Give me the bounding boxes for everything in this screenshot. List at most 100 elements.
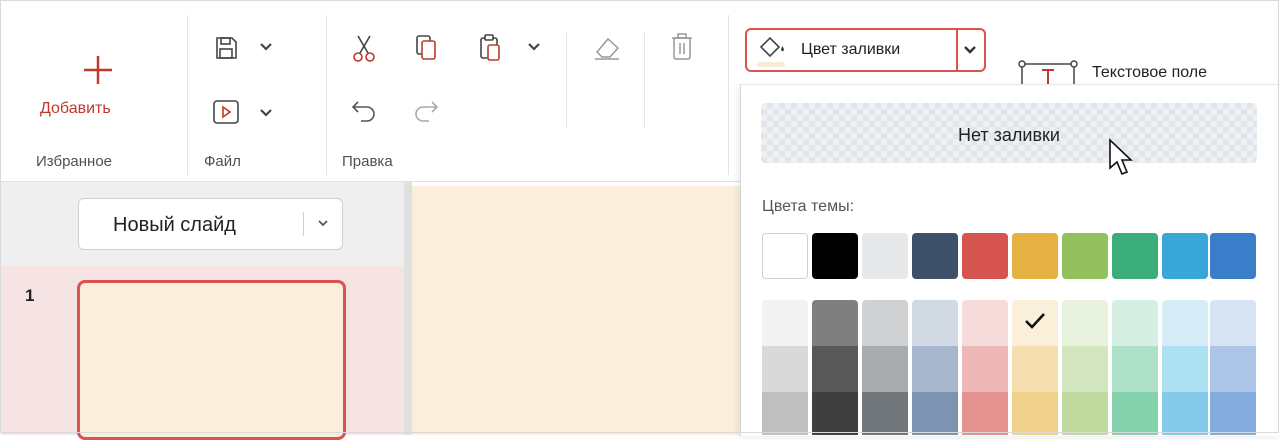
shade-swatch[interactable] xyxy=(762,346,808,392)
shade-swatch[interactable] xyxy=(962,346,1008,392)
shade-column xyxy=(762,300,808,435)
chevron-down-icon[interactable] xyxy=(317,219,329,228)
theme-color-swatch[interactable] xyxy=(1062,233,1108,279)
shade-swatch[interactable] xyxy=(962,392,1008,435)
redo-icon xyxy=(415,101,439,122)
shade-swatch[interactable] xyxy=(1162,300,1208,346)
shade-swatch[interactable] xyxy=(1012,346,1058,392)
delete-icon xyxy=(672,33,692,60)
no-fill-button[interactable]: Нет заливки xyxy=(761,103,1257,163)
panel-splitter[interactable] xyxy=(404,182,412,435)
theme-color-swatch[interactable] xyxy=(1162,233,1208,279)
undo-icon xyxy=(351,101,375,122)
add-button[interactable] xyxy=(78,50,118,90)
add-label[interactable]: Добавить xyxy=(40,100,160,118)
shade-swatch[interactable] xyxy=(1210,300,1256,346)
theme-color-swatch[interactable] xyxy=(1112,233,1158,279)
shade-swatch[interactable] xyxy=(862,346,908,392)
theme-color-swatch[interactable] xyxy=(912,233,958,279)
edit-separator xyxy=(566,31,567,129)
theme-color-swatch[interactable] xyxy=(1210,233,1256,279)
shade-swatch[interactable] xyxy=(812,346,858,392)
save-icon xyxy=(216,37,237,59)
play-icon xyxy=(213,100,239,124)
shade-swatch[interactable] xyxy=(1112,346,1158,392)
text-box-icon[interactable] xyxy=(1018,56,1078,86)
shade-swatch[interactable] xyxy=(1062,346,1108,392)
slide-thumbnail[interactable] xyxy=(77,280,346,440)
edit-group-label: Правка xyxy=(342,153,393,170)
theme-color-swatch[interactable] xyxy=(762,233,808,279)
theme-color-swatch[interactable] xyxy=(862,233,908,279)
no-fill-label: Нет заливки xyxy=(958,125,1060,145)
chevron-down-icon[interactable] xyxy=(527,42,541,52)
clear-formatting-button[interactable] xyxy=(587,30,627,66)
paste-button[interactable] xyxy=(472,30,508,66)
theme-color-swatch[interactable] xyxy=(962,233,1008,279)
file-group-label: Файл xyxy=(204,153,241,170)
theme-color-swatch[interactable] xyxy=(1012,233,1058,279)
theme-color-swatch[interactable] xyxy=(812,233,858,279)
shade-swatch[interactable] xyxy=(1162,346,1208,392)
shade-swatch[interactable] xyxy=(962,300,1008,346)
shade-swatch[interactable] xyxy=(912,346,958,392)
checkmark-icon xyxy=(1025,313,1045,329)
shade-column xyxy=(962,300,1008,435)
shade-swatch[interactable] xyxy=(812,392,858,435)
chevron-down-icon[interactable] xyxy=(963,45,977,55)
shade-swatch[interactable] xyxy=(1112,300,1158,346)
shade-swatch[interactable] xyxy=(862,392,908,435)
delete-button[interactable] xyxy=(664,28,700,66)
save-button[interactable] xyxy=(208,30,244,66)
shade-swatch[interactable] xyxy=(1210,346,1256,392)
shade-swatch[interactable] xyxy=(912,300,958,346)
edit-separator xyxy=(644,31,645,129)
shade-column xyxy=(1062,300,1108,435)
eraser-icon xyxy=(595,37,620,60)
fill-color-label: Цвет заливки xyxy=(801,41,901,58)
shade-swatch[interactable] xyxy=(862,300,908,346)
cut-button[interactable] xyxy=(346,30,382,66)
chevron-down-icon[interactable] xyxy=(259,108,273,118)
shade-swatch[interactable] xyxy=(1012,392,1058,435)
cursor-icon xyxy=(1109,138,1133,176)
fill-color-split xyxy=(956,30,958,70)
favorites-group-label: Избранное xyxy=(36,153,113,170)
new-slide-divider xyxy=(303,212,304,236)
paste-icon xyxy=(480,34,500,61)
shade-swatch[interactable] xyxy=(762,300,808,346)
cut-icon xyxy=(353,35,375,62)
play-button[interactable] xyxy=(208,94,244,130)
paint-bucket-icon xyxy=(759,36,784,58)
shade-swatch[interactable] xyxy=(912,392,958,435)
new-slide-label: Новый слайд xyxy=(113,214,236,236)
shade-swatch[interactable] xyxy=(1210,392,1256,435)
shade-swatch[interactable] xyxy=(1162,392,1208,435)
shade-column xyxy=(1112,300,1158,435)
shade-column xyxy=(812,300,858,435)
text-box-label[interactable]: Текстовое поле xyxy=(1092,64,1207,82)
undo-button[interactable] xyxy=(346,92,382,128)
shade-column xyxy=(1162,300,1208,435)
shade-column xyxy=(862,300,908,435)
chevron-down-icon[interactable] xyxy=(259,42,273,52)
shade-swatch[interactable] xyxy=(812,300,858,346)
group-separator xyxy=(728,15,729,175)
fill-color-button[interactable]: Цвет заливки xyxy=(745,28,986,72)
shade-column xyxy=(1210,300,1256,435)
slide-canvas[interactable] xyxy=(412,186,742,435)
shade-swatch[interactable] xyxy=(1062,300,1108,346)
shade-swatch[interactable] xyxy=(1112,392,1158,435)
redo-button[interactable] xyxy=(408,92,444,128)
copy-icon xyxy=(416,35,436,60)
copy-button[interactable] xyxy=(408,30,444,66)
shade-swatch[interactable] xyxy=(762,392,808,435)
fill-color-swatch xyxy=(757,62,785,67)
shade-swatch[interactable] xyxy=(1062,392,1108,435)
new-slide-button[interactable]: Новый слайд xyxy=(78,198,343,250)
theme-colors-label: Цвета темы: xyxy=(762,198,855,215)
group-separator xyxy=(326,15,327,175)
group-separator xyxy=(187,15,188,175)
plus-icon xyxy=(84,56,112,84)
shade-column xyxy=(912,300,958,435)
